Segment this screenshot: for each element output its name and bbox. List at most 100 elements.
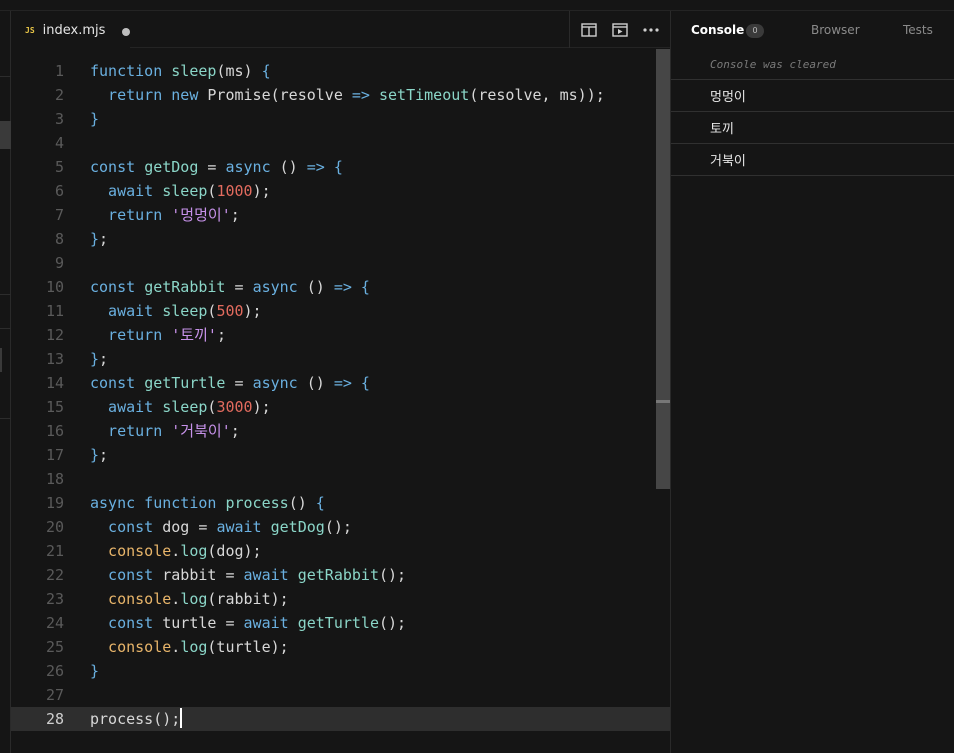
code-text: return '거북이'; (90, 419, 240, 443)
code-line[interactable]: 19 async function process() { (11, 491, 670, 515)
activity-active-indicator[interactable] (0, 121, 11, 149)
line-number: 3 (54, 110, 64, 128)
activity-handle[interactable] (0, 348, 2, 372)
code-line[interactable]: 13}; (11, 347, 670, 371)
editor-scrollbar[interactable] (656, 49, 670, 489)
code-token: return (90, 326, 172, 344)
line-number: 2 (54, 86, 64, 104)
code-line[interactable]: 2 return new Promise(resolve => setTimeo… (11, 83, 670, 107)
code-line[interactable]: 24 const turtle = await getTurtle(); (11, 611, 670, 635)
code-line[interactable]: 27 (11, 683, 670, 707)
code-token: return new (90, 86, 208, 104)
line-number: 16 (45, 422, 64, 440)
code-token: { (315, 494, 325, 512)
activity-divider (0, 294, 11, 295)
code-token: console (90, 638, 172, 656)
code-token: async (252, 278, 307, 296)
code-line[interactable]: 18 (11, 467, 670, 491)
split-editor-icon[interactable] (578, 19, 600, 41)
code-token: } (90, 350, 100, 368)
line-number: 24 (45, 614, 64, 632)
console-log-entry: 멍멍이 (671, 80, 954, 112)
code-area[interactable]: 1 function sleep(ms) {2 return new Promis… (11, 49, 670, 753)
code-line[interactable]: 23 console.log(rabbit); (11, 587, 670, 611)
code-line[interactable]: 11 await sleep(500); (11, 299, 670, 323)
code-token: 1000 (216, 182, 253, 200)
code-token: await (216, 518, 271, 536)
code-line[interactable]: 1 function sleep(ms) { (11, 59, 670, 83)
line-number: 15 (45, 398, 64, 416)
code-token: console (90, 542, 172, 560)
code-text: const getDog = async () => { (90, 155, 343, 179)
code-line[interactable]: 15 await sleep(3000); (11, 395, 670, 419)
code-line[interactable]: 6 await sleep(1000); (11, 179, 670, 203)
open-preview-icon[interactable] (609, 19, 631, 41)
code-token: => (351, 86, 379, 104)
code-token: sleep (162, 302, 208, 320)
line-number: 26 (45, 662, 64, 680)
code-token: (); (324, 518, 352, 536)
console-log-entry: 거북이 (671, 144, 954, 176)
code-text: async function process() { (90, 491, 325, 515)
code-token: log (180, 590, 208, 608)
tab-tests[interactable]: Tests (903, 23, 933, 37)
code-token: log (180, 542, 208, 560)
unsaved-dot-icon[interactable] (122, 28, 130, 36)
code-token: . (171, 542, 181, 560)
code-token: } (90, 446, 100, 464)
code-text: const dog = await getDog(); (90, 515, 352, 539)
code-line[interactable]: 21 console.log(dog); (11, 539, 670, 563)
code-line[interactable]: 20 const dog = await getDog(); (11, 515, 670, 539)
code-text: } (90, 659, 99, 683)
console-log-entry: 토끼 (671, 112, 954, 144)
code-token: () (306, 374, 334, 392)
code-editor: JS index.mjs 1 function sleep(ms) {2 retu… (11, 11, 670, 753)
code-line[interactable]: 8}; (11, 227, 670, 251)
code-text: await sleep(1000); (90, 179, 271, 203)
tab-console[interactable]: Console (691, 23, 744, 37)
code-token: getDog (144, 158, 208, 176)
code-line[interactable]: 4 (11, 131, 670, 155)
line-number: 10 (45, 278, 64, 296)
code-token: (); (379, 566, 407, 584)
code-line[interactable]: 10 const getRabbit = async () => { (11, 275, 670, 299)
code-line[interactable]: 22 const rabbit = await getRabbit(); (11, 563, 670, 587)
code-token: await (90, 398, 163, 416)
code-line[interactable]: 17}; (11, 443, 670, 467)
code-token: async (252, 374, 307, 392)
file-tab-index-mjs[interactable]: JS index.mjs (11, 11, 130, 49)
code-line[interactable]: 7 return '멍멍이'; (11, 203, 670, 227)
code-text: const getRabbit = async () => { (90, 275, 370, 299)
line-number: 9 (54, 254, 64, 272)
code-line[interactable]: 12 return '토끼'; (11, 323, 670, 347)
code-text: const rabbit = await getRabbit(); (90, 563, 406, 587)
code-line[interactable]: 25 console.log(turtle); (11, 635, 670, 659)
tab-browser[interactable]: Browser (811, 23, 860, 37)
code-line[interactable]: 3} (11, 107, 670, 131)
file-tab-label: index.mjs (42, 23, 106, 38)
editor-tab-bar: JS index.mjs (11, 11, 670, 49)
more-icon[interactable] (640, 19, 662, 41)
code-line[interactable]: 9 (11, 251, 670, 275)
line-number: 1 (54, 62, 64, 80)
code-line[interactable]: 14 const getTurtle = async () => { (11, 371, 670, 395)
code-line[interactable]: 5 const getDog = async () => { (11, 155, 670, 179)
code-text: return new Promise(resolve => setTimeout… (90, 83, 605, 107)
code-text: const getTurtle = async () => { (90, 371, 370, 395)
code-token: ; (230, 422, 240, 440)
code-token: const (90, 278, 145, 296)
code-line[interactable]: 16 return '거북이'; (11, 419, 670, 443)
line-number: 17 (45, 446, 64, 464)
code-text: await sleep(3000); (90, 395, 271, 419)
code-line[interactable]: 26} (11, 659, 670, 683)
code-token: ; (216, 326, 226, 344)
code-token: getTurtle (144, 374, 235, 392)
line-number: 8 (54, 230, 64, 248)
code-token: return (90, 206, 172, 224)
line-number: 7 (54, 206, 64, 224)
code-text: const turtle = await getTurtle(); (90, 611, 406, 635)
code-token: sleep (162, 182, 208, 200)
code-token: ; (99, 446, 109, 464)
code-token: '토끼' (171, 326, 217, 344)
code-line-active[interactable]: 28 process(); (11, 707, 670, 731)
